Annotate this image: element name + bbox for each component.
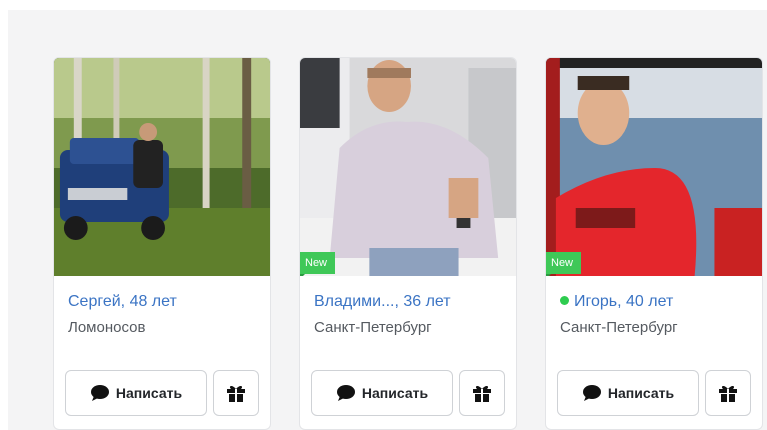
send-gift-button[interactable] [213,370,259,416]
write-message-button[interactable]: Написать [557,370,699,416]
profile-card: New Владими..., 36 лет Санкт-Петербург Н… [299,57,517,430]
speech-bubble-icon [90,385,109,401]
profile-name-text[interactable]: Владими..., 36 лет [314,293,451,310]
profile-name[interactable]: Владими..., 36 лет [314,293,451,311]
profile-card: New Игорь, 40 лет Санкт-Петербург Написа… [545,57,763,430]
profile-city: Санкт-Петербург [314,319,432,336]
profile-photo[interactable]: New [546,58,762,276]
speech-bubble-icon [336,385,355,401]
new-badge: New [546,252,582,276]
profile-photo[interactable]: New [300,58,516,276]
send-gift-button[interactable] [705,370,751,416]
profile-name-text[interactable]: Игорь, 40 лет [574,293,673,310]
gift-icon [473,385,491,402]
profile-photo[interactable] [54,58,270,276]
profile-name[interactable]: Игорь, 40 лет [560,293,673,311]
profile-city: Санкт-Петербург [560,319,678,336]
write-message-label: Написать [361,385,429,401]
write-message-button[interactable]: Написать [311,370,453,416]
profile-name[interactable]: Сергей, 48 лет [68,293,177,311]
profile-card: Сергей, 48 лет Ломоносов Написать [53,57,271,430]
gift-icon [719,385,737,402]
online-status-dot [560,296,569,305]
write-message-button[interactable]: Написать [65,370,207,416]
send-gift-button[interactable] [459,370,505,416]
write-message-label: Написать [115,385,183,401]
gift-icon [227,385,245,402]
new-badge: New [300,252,336,276]
profile-name-text[interactable]: Сергей, 48 лет [68,293,177,310]
speech-bubble-icon [582,385,601,401]
write-message-label: Написать [607,385,675,401]
profile-city: Ломоносов [68,319,146,336]
